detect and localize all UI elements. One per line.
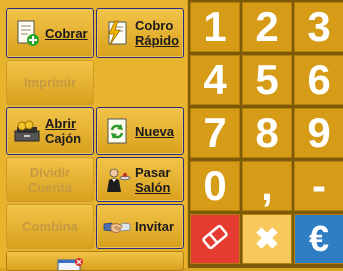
cobro-rapido-button[interactable]: Cobro Rápido bbox=[96, 8, 184, 58]
document-plus-icon bbox=[13, 19, 41, 47]
cobrar-button[interactable]: Cobrar bbox=[6, 8, 94, 58]
pasar-salon-label: Pasar Salón bbox=[135, 164, 171, 195]
window-close-icon bbox=[57, 258, 85, 270]
key-7[interactable]: 7 bbox=[190, 108, 240, 158]
key-4[interactable]: 4 bbox=[190, 55, 240, 105]
currency-button[interactable]: € bbox=[294, 214, 343, 264]
key-0[interactable]: 0 bbox=[190, 161, 240, 211]
cancel-button[interactable]: ✖ bbox=[242, 214, 292, 264]
abrir-cajon-button[interactable]: Abrir Cajón bbox=[6, 107, 94, 155]
pasar-salon-button[interactable]: Pasar Salón bbox=[96, 157, 184, 202]
partial-button[interactable] bbox=[6, 251, 184, 271]
euro-icon: € bbox=[308, 218, 330, 259]
imprimir-button[interactable]: Imprimir bbox=[6, 60, 94, 105]
key-9[interactable]: 9 bbox=[294, 108, 343, 158]
refresh-document-icon bbox=[103, 117, 131, 145]
dividir-cuenta-label: Dividir Cuenta bbox=[27, 164, 73, 195]
imprimir-label: Imprimir bbox=[23, 75, 76, 90]
erase-button[interactable] bbox=[190, 214, 240, 264]
action-panel: Cobrar CobroRápido Imprimir AbrirCajón bbox=[0, 0, 187, 271]
nueva-label: Nueva bbox=[135, 123, 175, 139]
key-minus[interactable]: - bbox=[294, 161, 343, 211]
key-comma[interactable]: , bbox=[242, 161, 292, 211]
numeric-keypad: 1 2 3 4 5 6 7 8 9 0 , - ✖ € bbox=[188, 0, 343, 268]
key-8[interactable]: 8 bbox=[242, 108, 292, 158]
cobrar-label: Cobrar bbox=[45, 25, 88, 41]
invitar-label: Invitar bbox=[135, 219, 175, 234]
key-6[interactable]: 6 bbox=[294, 55, 343, 105]
cancel-icon: ✖ bbox=[254, 222, 280, 256]
key-1[interactable]: 1 bbox=[190, 2, 240, 52]
abrir-cajon-label: Abrir Cajón bbox=[45, 116, 82, 146]
cobro-rapido-label: Cobro Rápido bbox=[135, 18, 180, 48]
invitar-button[interactable]: Invitar bbox=[96, 204, 184, 249]
combina-button[interactable]: Combina bbox=[6, 204, 94, 249]
handshake-icon bbox=[103, 213, 131, 241]
nueva-button[interactable]: Nueva bbox=[96, 107, 184, 155]
cash-drawer-icon bbox=[13, 117, 41, 145]
waiter-icon bbox=[103, 166, 131, 194]
key-2[interactable]: 2 bbox=[242, 2, 292, 52]
key-3[interactable]: 3 bbox=[294, 2, 343, 52]
dividir-cuenta-button[interactable]: Dividir Cuenta bbox=[6, 157, 94, 202]
lightning-document-icon bbox=[103, 19, 131, 47]
eraser-icon bbox=[199, 215, 231, 263]
key-5[interactable]: 5 bbox=[242, 55, 292, 105]
combina-label: Combina bbox=[22, 219, 78, 234]
